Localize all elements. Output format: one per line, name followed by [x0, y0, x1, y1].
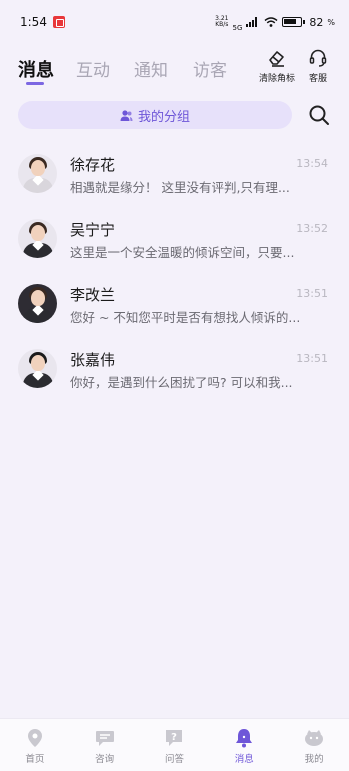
wifi-icon — [264, 17, 278, 27]
question-icon: ? — [166, 730, 183, 746]
my-groups-button[interactable]: 我的分组 — [18, 101, 292, 129]
message-preview: 你好，是遇到什么困扰了吗? 可以和我... — [70, 375, 293, 390]
message-time: 13:52 — [296, 222, 328, 235]
customer-service-label: 客服 — [308, 74, 327, 84]
contact-name: 吴宁宁 — [70, 221, 116, 239]
chat-bubble-icon — [95, 731, 114, 746]
nav-item-home[interactable]: 首页 — [0, 719, 69, 765]
message-time: 13:51 — [296, 352, 328, 365]
avatar — [18, 349, 57, 388]
message-time: 13:54 — [296, 157, 328, 170]
face-icon — [305, 730, 324, 746]
location-pin-icon — [27, 729, 42, 747]
bottom-navigation: 首页 咨询 ? 问答 消息 我的 — [0, 718, 349, 771]
conversation-item[interactable]: 吴宁宁 13:52 这里是一个安全温暖的倾诉空间，只要... — [0, 205, 349, 270]
tab-messages[interactable]: 消息 — [18, 56, 54, 82]
contact-name: 徐存花 — [70, 156, 116, 174]
network-type: 5G — [232, 24, 243, 32]
nav-item-messages[interactable]: 消息 — [210, 719, 279, 765]
customer-service-button[interactable]: 客服 — [308, 48, 328, 84]
app-notification-icon — [52, 16, 65, 28]
tab-notifications[interactable]: 通知 — [134, 56, 168, 81]
net-speed: 3.21 KB/s — [215, 15, 229, 28]
active-tab-indicator — [26, 82, 44, 85]
conversation-list: 徐存花 13:54 相遇就是缘分！ 这里没有评判,只有理... 吴宁宁 13:5… — [0, 140, 349, 400]
message-time: 13:51 — [296, 287, 328, 300]
status-time: 1:54 — [20, 15, 47, 29]
clear-badge-label: 清除角标 — [259, 74, 296, 84]
contact-name: 张嘉伟 — [70, 351, 116, 369]
avatar — [18, 154, 57, 193]
battery-level: 82 — [309, 15, 324, 29]
tab-interactions[interactable]: 互动 — [76, 56, 110, 81]
my-groups-label: 我的分组 — [137, 109, 190, 125]
conversation-item[interactable]: 李改兰 13:51 您好 ~ 不知您平时是否有想找人倾诉的... — [0, 270, 349, 335]
clear-badge-button[interactable]: 清除角标 — [259, 48, 295, 84]
message-preview: 相遇就是缘分！ 这里没有评判,只有理... — [70, 180, 290, 195]
message-tabs: 消息 互动 通知 访客 清除角标 客服 — [0, 46, 349, 92]
avatar — [18, 284, 57, 323]
bell-icon — [236, 729, 253, 748]
battery-icon — [282, 17, 306, 27]
svg-text:?: ? — [172, 732, 178, 743]
headset-icon — [309, 49, 327, 67]
message-preview: 您好 ~ 不知您平时是否有想找人倾诉的... — [70, 310, 301, 325]
signal-icon — [246, 17, 258, 27]
message-preview: 这里是一个安全温暖的倾诉空间，只要... — [70, 245, 295, 260]
nav-item-qa[interactable]: ? 问答 — [140, 719, 209, 765]
avatar — [18, 219, 57, 258]
user-group-icon — [120, 109, 133, 121]
tab-visitors[interactable]: 访客 — [193, 56, 227, 81]
eraser-icon — [269, 51, 284, 67]
nav-item-profile[interactable]: 我的 — [280, 719, 349, 765]
search-icon[interactable] — [307, 103, 331, 127]
nav-item-consult[interactable]: 咨询 — [70, 719, 139, 765]
conversation-item[interactable]: 张嘉伟 13:51 你好，是遇到什么困扰了吗? 可以和我... — [0, 335, 349, 400]
status-bar: 1:54 3.21 KB/s 5G 82% — [20, 15, 335, 32]
contact-name: 李改兰 — [70, 286, 116, 304]
conversation-item[interactable]: 徐存花 13:54 相遇就是缘分！ 这里没有评判,只有理... — [0, 140, 349, 205]
